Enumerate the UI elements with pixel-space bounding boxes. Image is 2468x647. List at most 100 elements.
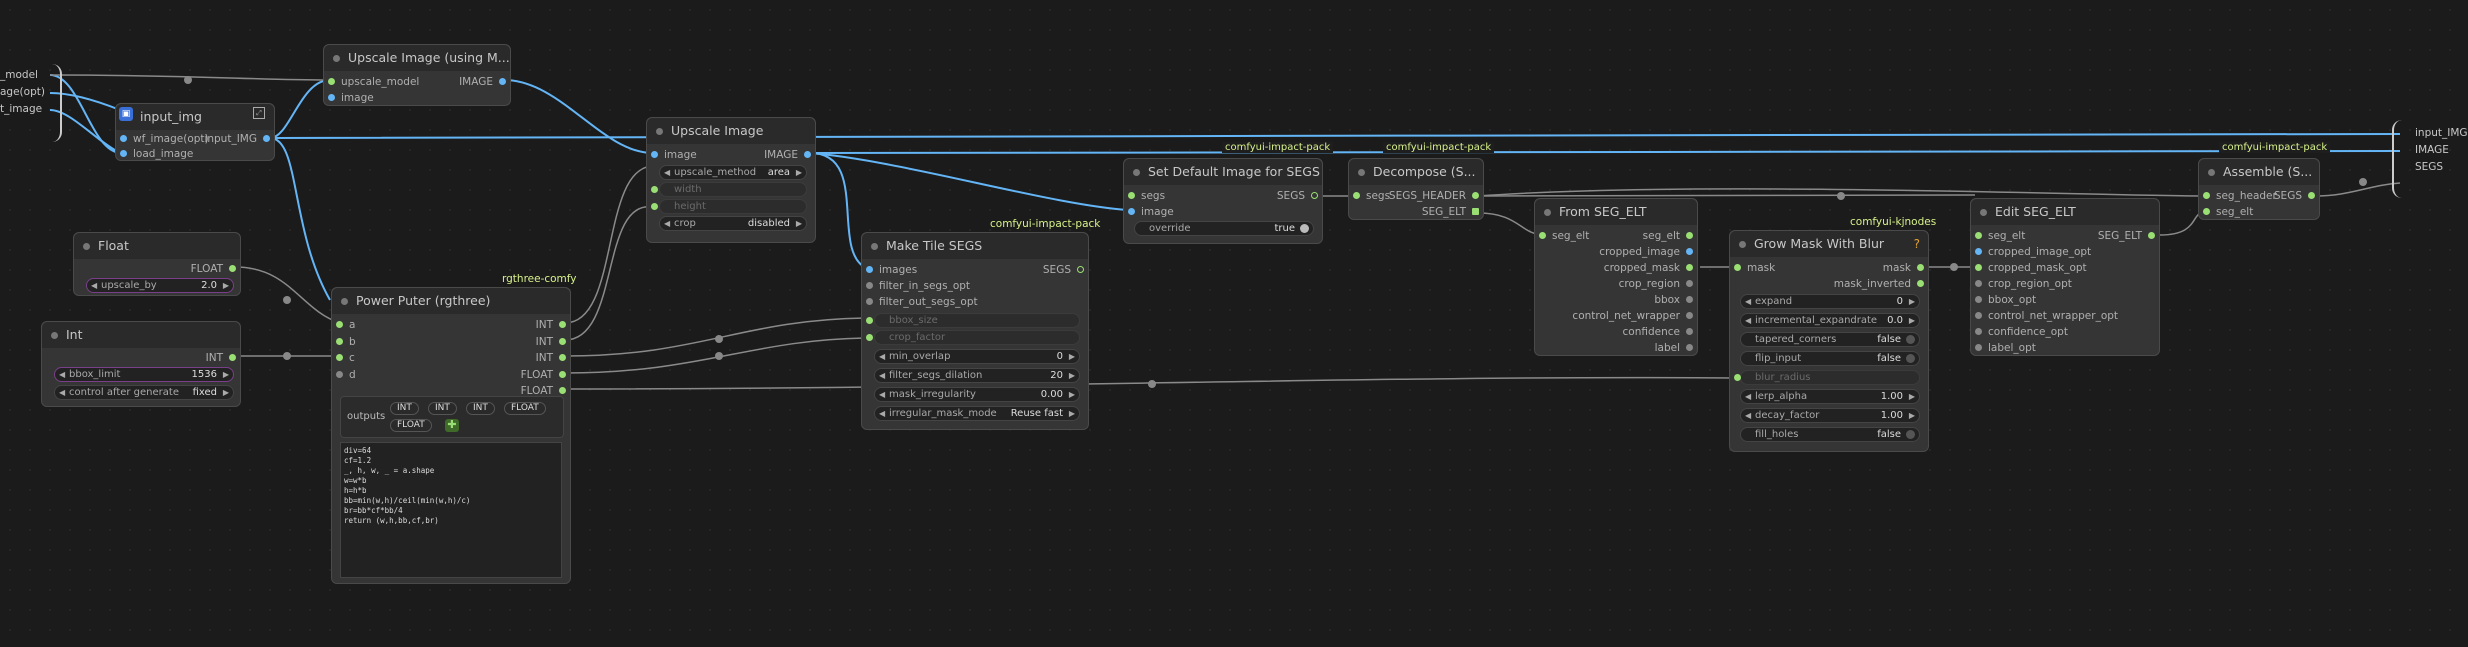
output-slot-bbox[interactable]: bbox <box>1654 293 1694 307</box>
input-slot-control-net-wrapper-opt[interactable]: control_net_wrapper_opt <box>1974 309 2118 323</box>
output-slot-cropped-image[interactable]: cropped_image <box>1599 245 1694 259</box>
node-title[interactable]: Upscale Image <box>647 118 815 144</box>
node-int[interactable]: Int INT ◀ bbox_limit 1536 ▶ ◀ control after … <box>41 321 241 407</box>
node-title[interactable]: Grow Mask With Blur ? <box>1730 231 1928 257</box>
output-slot-int-2[interactable]: INT <box>536 335 567 349</box>
input-slot-mask[interactable]: mask <box>1733 261 1775 275</box>
node-set-default-image[interactable]: Set Default Image for SEGS segs image SE… <box>1123 158 1323 244</box>
node-edit-seg-elt[interactable]: Edit SEG_ELT seg_elt cropped_image_opt c… <box>1970 198 2160 356</box>
node-grow-mask-with-blur[interactable]: Grow Mask With Blur ? mask mask mask_inv… <box>1729 230 1929 452</box>
input-slot-height[interactable] <box>650 200 664 214</box>
output-slot-mask[interactable]: mask <box>1883 261 1925 275</box>
node-assemble[interactable]: Assemble (S... seg_header seg_elt SEGS <box>2198 158 2320 220</box>
output-slot-seg-elt[interactable]: seg_elt <box>1643 229 1694 243</box>
node-title[interactable]: Power Puter (rgthree) <box>332 288 570 314</box>
output-slot-float-1[interactable]: FLOAT <box>521 368 567 382</box>
reroute-point[interactable] <box>1950 263 1958 271</box>
input-slot-images[interactable]: images <box>865 263 917 277</box>
add-output-icon[interactable]: ✚ <box>445 419 459 432</box>
input-slot-image[interactable]: image <box>650 148 697 162</box>
reroute-point[interactable] <box>2359 178 2367 186</box>
reroute-point[interactable] <box>184 76 192 84</box>
widget-upscale-by[interactable]: ◀ upscale_by 2.0 ▶ <box>86 278 234 293</box>
input-slot-seg-elt[interactable]: seg_elt <box>1974 229 2025 243</box>
input-slot-a[interactable]: a <box>335 318 355 332</box>
output-slot-segs[interactable]: SEGS <box>1277 189 1319 203</box>
input-slot-seg-elt[interactable]: seg_elt <box>1538 229 1589 243</box>
output-type-button[interactable]: FLOAT <box>504 402 546 415</box>
output-slot-segs-header[interactable]: SEGS_HEADER <box>1389 189 1480 203</box>
output-slot-segs[interactable]: SEGS <box>1043 263 1085 277</box>
code-editor[interactable]: div=64 cf=1.2 _, h, w, _ = a.shape w=w*b… <box>340 442 562 578</box>
toggle-knob[interactable] <box>1906 430 1915 439</box>
node-power-puter[interactable]: Power Puter (rgthree) a b c d INT INT IN… <box>331 287 571 584</box>
widget-lerp-alpha[interactable]: ◀ lerp_alpha 1.00 ▶ <box>1740 389 1920 404</box>
input-slot-crop-region-opt[interactable]: crop_region_opt <box>1974 277 2072 291</box>
widget-bbox-size[interactable]: bbox_size <box>874 313 1080 328</box>
output-slot-crop-region[interactable]: crop_region <box>1619 277 1694 291</box>
output-slot-segs[interactable]: SEGS <box>2274 189 2316 203</box>
output-slot-int-1[interactable]: INT <box>536 318 567 332</box>
node-decompose[interactable]: Decompose (S... segs SEGS_HEADER SEG_ELT <box>1348 158 1484 220</box>
input-slot-wf-image[interactable]: wf_image(opt) <box>119 132 209 146</box>
input-slot-bbox-opt[interactable]: bbox_opt <box>1974 293 2036 307</box>
toggle-knob[interactable] <box>1906 335 1915 344</box>
reroute-point[interactable] <box>283 296 291 304</box>
output-slot-image[interactable]: IMAGE <box>459 75 507 89</box>
node-title[interactable]: Decompose (S... <box>1349 159 1483 185</box>
toggle-knob[interactable] <box>1906 354 1915 363</box>
output-slot-input-img[interactable]: input_IMG <box>204 132 271 146</box>
output-slot-int-3[interactable]: INT <box>536 351 567 365</box>
input-slot-b[interactable]: b <box>335 335 356 349</box>
node-from-seg-elt[interactable]: From SEG_ELT seg_elt seg_elt cropped_ima… <box>1534 198 1698 356</box>
widget-expand[interactable]: ◀ expand 0 ▶ <box>1740 294 1920 309</box>
node-input-img[interactable]: input_img wf_image(opt) load_image input… <box>115 103 275 161</box>
output-slot-mask-inverted[interactable]: mask_inverted <box>1834 277 1925 291</box>
output-slot-seg-elt[interactable]: SEG_ELT <box>1422 205 1480 219</box>
widget-crop-factor[interactable]: crop_factor <box>874 330 1080 345</box>
output-slot-int[interactable]: INT <box>206 351 237 365</box>
input-slot-segs[interactable]: segs <box>1352 189 1390 203</box>
input-slot-upscale-model[interactable]: upscale_model <box>327 75 419 89</box>
output-slot-cropped-mask[interactable]: cropped_mask <box>1604 261 1694 275</box>
reroute-point[interactable] <box>283 352 291 360</box>
node-upscale-image[interactable]: Upscale Image image IMAGE ◀ upscale_metho… <box>646 117 816 243</box>
output-type-button[interactable]: INT <box>466 402 495 415</box>
node-float[interactable]: Float FLOAT ◀ upscale_by 2.0 ▶ <box>73 232 241 296</box>
widget-upscale-method[interactable]: ◀ upscale_method area ▶ <box>659 165 807 180</box>
widget-min-overlap[interactable]: ◀ min_overlap 0 ▶ <box>874 349 1080 364</box>
output-slot-control-net-wrapper[interactable]: control_net_wrapper <box>1572 309 1694 323</box>
widget-blur-radius[interactable]: blur_radius <box>1740 370 1920 385</box>
widget-decay-factor[interactable]: ◀ decay_factor 1.00 ▶ <box>1740 408 1920 423</box>
reroute-point[interactable] <box>715 335 723 343</box>
node-title[interactable]: Assemble (S... <box>2199 159 2319 185</box>
node-title[interactable]: Edit SEG_ELT <box>1971 199 2159 225</box>
output-type-button[interactable]: INT <box>428 402 457 415</box>
input-slot-cropped-mask-opt[interactable]: cropped_mask_opt <box>1974 261 2087 275</box>
widget-height[interactable]: height <box>659 199 807 214</box>
node-title[interactable]: input_img <box>116 104 274 130</box>
input-slot-filter-out[interactable]: filter_out_segs_opt <box>865 295 978 309</box>
toggle-knob[interactable] <box>1300 224 1309 233</box>
input-slot-label-opt[interactable]: label_opt <box>1974 341 2036 355</box>
node-title[interactable]: Int <box>42 322 240 348</box>
input-slot-c[interactable]: c <box>335 351 355 365</box>
widget-irregular-mask-mode[interactable]: ◀ irregular_mask_mode Reuse fast ▶ <box>874 406 1080 421</box>
widget-flip-input[interactable]: flip_input false <box>1740 351 1920 366</box>
output-slot-float[interactable]: FLOAT <box>191 262 237 276</box>
widget-bbox-limit[interactable]: ◀ bbox_limit 1536 ▶ <box>54 367 234 382</box>
input-slot-confidence-opt[interactable]: confidence_opt <box>1974 325 2068 339</box>
widget-override[interactable]: override true <box>1134 221 1314 236</box>
node-make-tile-segs[interactable]: Make Tile SEGS images filter_in_segs_opt… <box>861 232 1089 430</box>
widget-tapered-corners[interactable]: tapered_corners false <box>1740 332 1920 347</box>
output-slot-confidence[interactable]: confidence <box>1623 325 1694 339</box>
output-type-button[interactable]: FLOAT <box>390 419 432 432</box>
node-title[interactable]: Set Default Image for SEGS <box>1124 159 1322 185</box>
node-title[interactable]: From SEG_ELT <box>1535 199 1697 225</box>
help-icon[interactable]: ? <box>1914 231 1920 257</box>
node-title[interactable]: Upscale Image (using M... <box>324 45 510 71</box>
input-slot-seg-header[interactable]: seg_header <box>2202 189 2277 203</box>
output-slot-image[interactable]: IMAGE <box>764 148 812 162</box>
widget-width[interactable]: width <box>659 182 807 197</box>
output-slot-label[interactable]: label <box>1655 341 1694 355</box>
